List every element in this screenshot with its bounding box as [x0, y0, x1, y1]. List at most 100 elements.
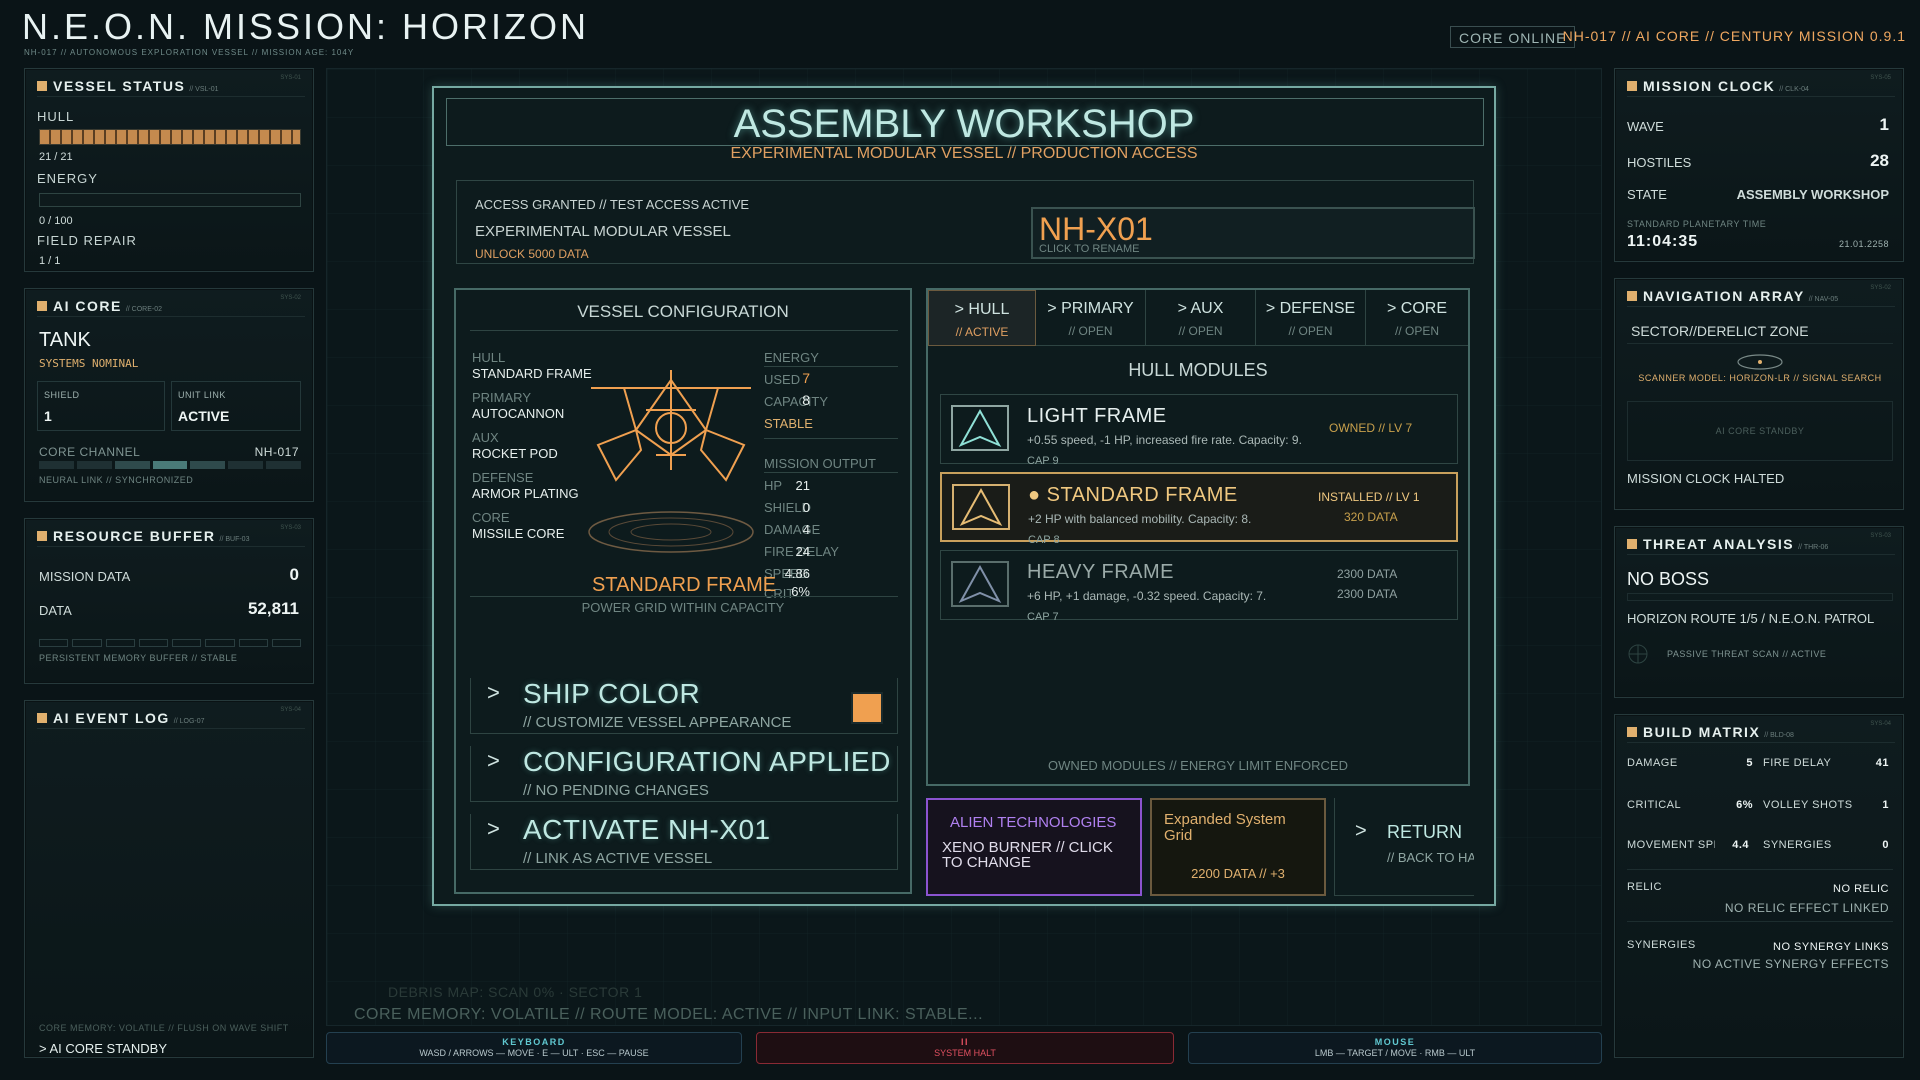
field-repair-value: 1 / 1	[39, 255, 61, 267]
tab-state: // OPEN	[1068, 324, 1113, 338]
panel-sys-tag: SYS-04	[280, 707, 301, 713]
data-value: 52,811	[247, 599, 299, 618]
tab-state: // OPEN	[1394, 324, 1439, 338]
system-halt-button[interactable]: II SYSTEM HALT	[756, 1032, 1174, 1064]
stat-firedelay-value: 24	[795, 544, 810, 559]
hostiles-label: HOSTILES	[1627, 155, 1692, 170]
module-light-frame[interactable]: LIGHT FRAME +0.55 speed, -1 HP, increase…	[940, 394, 1458, 467]
state-label: STATE	[1627, 187, 1667, 202]
module-price: 2300 DATA	[1337, 587, 1398, 601]
hostiles-value: 28	[1870, 151, 1889, 170]
activate-vessel-button[interactable]: > ACTIVATE NH-X01 // LINK AS ACTIVE VESS…	[470, 814, 898, 870]
ai-mode: TANK	[39, 329, 91, 351]
tab-aux[interactable]: > AUX // OPEN	[1146, 290, 1256, 346]
mission-data-value: 0	[289, 565, 299, 584]
return-button[interactable]: > RETURN // BACK TO HA	[1334, 798, 1474, 896]
panel-code: // VSL-01	[189, 86, 219, 93]
bm-volley-value: 1	[1882, 799, 1889, 811]
config-title: VESSEL CONFIGURATION	[577, 302, 789, 321]
tab-hull[interactable]: > HULL // ACTIVE	[928, 290, 1036, 346]
ai-status: SYSTEMS NOMINAL	[39, 357, 139, 370]
vessel-configuration: VESSEL CONFIGURATION HULL STANDARD FRAME…	[454, 288, 912, 894]
bm-damage-label: DAMAGE	[1627, 757, 1678, 769]
panel-title: BUILD MATRIX	[1643, 724, 1761, 740]
module-status: 2300 DATA	[1337, 567, 1398, 581]
tab-state: // OPEN	[1178, 324, 1223, 338]
tab-state: // ACTIVE	[955, 325, 1009, 339]
tab-core[interactable]: > CORE // OPEN	[1366, 290, 1468, 346]
energy-used-value: 7	[802, 370, 810, 386]
hull-bar	[39, 129, 301, 145]
bm-firedelay-label: FIRE DELAY	[1763, 757, 1832, 769]
module-status: OWNED // LV 7	[1329, 421, 1413, 435]
panel-marker-icon	[1627, 727, 1637, 737]
workshop-subtitle: EXPERIMENTAL MODULAR VESSEL // PRODUCTIO…	[730, 145, 1198, 162]
bm-relic-note: NO RELIC EFFECT LINKED	[1724, 901, 1889, 915]
slot-label-aux: AUX	[472, 430, 499, 445]
configuration-applied-sub: // NO PENDING CHANGES	[523, 782, 709, 799]
tab-primary[interactable]: > PRIMARY // OPEN	[1036, 290, 1146, 346]
bm-move-label: MOVEMENT SPEED	[1627, 839, 1715, 851]
chevron-right-icon: >	[487, 680, 500, 705]
ship-color-button[interactable]: > SHIP COLOR // CUSTOMIZE VESSEL APPEARA…	[470, 678, 898, 734]
slot-value-core: MISSILE CORE	[472, 526, 565, 541]
module-capacity: CAP 8	[1028, 534, 1060, 546]
panel-marker-icon	[37, 81, 47, 91]
alien-title: ALIEN TECHNOLOGIES	[950, 814, 1117, 831]
expanded-grid-button[interactable]: Expanded System Grid 2200 DATA // +3	[1150, 798, 1326, 896]
alien-technologies-button[interactable]: ALIEN TECHNOLOGIES XENO BURNER // CLICK …	[926, 798, 1142, 896]
grid-price: 2200 DATA // +3	[1191, 866, 1285, 881]
bm-syn-value: 0	[1882, 839, 1889, 851]
slot-label-primary: PRIMARY	[472, 390, 531, 405]
tab-defense[interactable]: > DEFENSE // OPEN	[1256, 290, 1366, 346]
module-name: LIGHT FRAME	[1027, 405, 1167, 427]
system-halt-text: SYSTEM HALT	[934, 1048, 996, 1058]
pause-icon: II	[960, 1037, 969, 1047]
nav-sector: SECTOR//DERELICT ZONE	[1631, 323, 1809, 339]
panel-sys-tag: SYS-03	[280, 525, 301, 531]
core-online-badge: CORE ONLINE	[1450, 26, 1576, 48]
chevron-right-icon: >	[487, 816, 500, 841]
mission-time: 11:04:35	[1627, 233, 1699, 250]
wave-label: WAVE	[1627, 119, 1664, 134]
panel-code: // BUF-03	[219, 536, 250, 543]
panel-title: MISSION CLOCK	[1643, 78, 1776, 94]
module-heavy-frame[interactable]: HEAVY FRAME +6 HP, +1 damage, -0.32 spee…	[940, 550, 1458, 623]
panel-title: NAVIGATION ARRAY	[1643, 288, 1805, 304]
radar-icon	[1628, 644, 1648, 664]
configuration-applied-button[interactable]: > CONFIGURATION APPLIED // NO PENDING CH…	[470, 746, 898, 802]
threat-bar	[1627, 593, 1893, 601]
vessel-name-field[interactable]: NH-X01 CLICK TO RENAME	[1031, 207, 1475, 259]
bm-critical-value: 6%	[1736, 799, 1753, 811]
energy-bar	[39, 193, 301, 207]
mission-clock-panel: MISSION CLOCK// CLK-04 SYS-05 WAVE 1 HOS…	[1614, 68, 1904, 262]
panel-marker-icon	[1627, 81, 1637, 91]
panel-marker-icon	[1627, 539, 1637, 549]
ship-color-swatch[interactable]	[851, 692, 883, 724]
bm-synergies-label: SYNERGIES	[1627, 939, 1696, 951]
frame-icon	[951, 405, 1009, 451]
shield-value: 1	[44, 408, 52, 424]
keyboard-help-bar: KEYBOARD WASD / ARROWS — MOVE · E — ULT …	[326, 1032, 742, 1064]
wave-value: 1	[1879, 115, 1889, 134]
energy-value: 0 / 100	[39, 215, 73, 227]
panel-header: MISSION CLOCK// CLK-04 SYS-05	[1627, 75, 1895, 97]
app-title: N.E.O.N. MISSION: HORIZON	[22, 6, 590, 47]
mission-output-label: MISSION OUTPUT	[764, 456, 876, 471]
module-desc: +2 HP with balanced mobility. Capacity: …	[1028, 512, 1252, 526]
mouse-help-bar: MOUSE LMB — TARGET / MOVE · RMB — ULT	[1188, 1032, 1602, 1064]
assembly-workshop: ASSEMBLY WORKSHOP EXPERIMENTAL MODULAR V…	[432, 86, 1496, 906]
module-standard-frame[interactable]: ● STANDARD FRAME +2 HP with balanced mob…	[940, 472, 1458, 546]
shield-box: SHIELD 1	[37, 381, 165, 431]
bm-firedelay-value: 41	[1875, 757, 1889, 769]
access-status: ACCESS GRANTED // TEST ACCESS ACTIVE	[475, 197, 750, 212]
slot-value-aux: ROCKET POD	[472, 446, 558, 461]
unit-link-value: ACTIVE	[178, 408, 230, 424]
panel-marker-icon	[37, 713, 47, 723]
mission-data-label: MISSION DATA	[39, 569, 131, 584]
panel-header: AI EVENT LOG// LOG-07 SYS-04	[37, 707, 305, 729]
energy-stable: STABLE	[764, 416, 813, 431]
console-hint: CORE MEMORY: VOLATILE // ROUTE MODEL: AC…	[354, 1006, 984, 1023]
stat-shield-value: 0	[802, 500, 810, 515]
frame-icon	[951, 561, 1009, 607]
